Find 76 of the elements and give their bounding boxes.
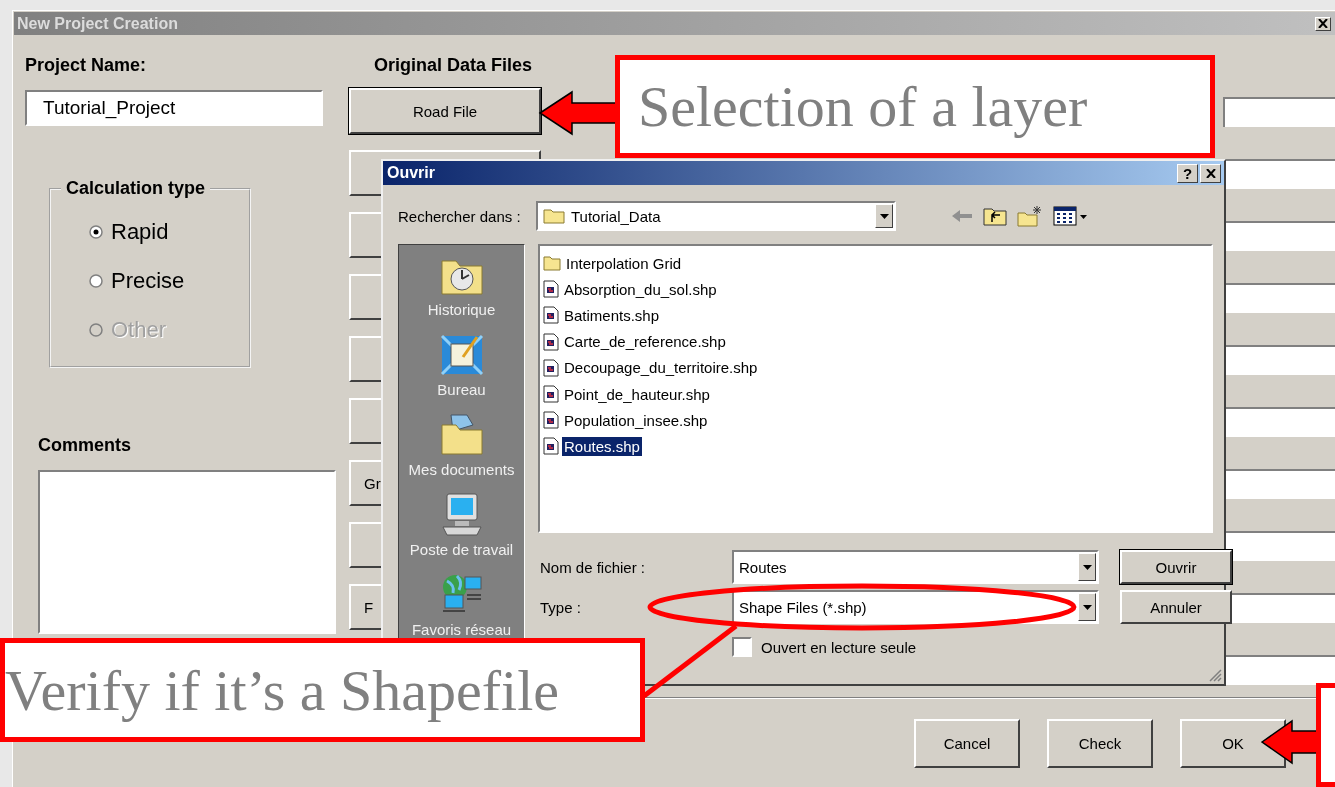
section-title: Original Data Files xyxy=(374,55,534,75)
file-name[interactable]: Carte_de_reference.shp xyxy=(562,332,728,352)
project-name-field[interactable]: Tutorial_Project xyxy=(25,90,323,126)
ok-button[interactable]: OK xyxy=(1180,719,1286,768)
checkbox[interactable] xyxy=(732,637,752,657)
file-name[interactable]: Absorption_du_sol.shp xyxy=(562,279,719,299)
path-field[interactable] xyxy=(1223,159,1335,189)
file-icon xyxy=(543,437,559,456)
comments-field[interactable] xyxy=(38,470,336,634)
place-label[interactable]: Historique xyxy=(427,301,496,318)
callout-text: Selection of a layer xyxy=(638,73,1088,140)
place-label[interactable]: Favoris réseau xyxy=(411,621,512,638)
file-name[interactable]: Batiments.shp xyxy=(562,305,662,325)
radio-label: Precise xyxy=(111,267,185,294)
folder-up-icon[interactable] xyxy=(983,206,1007,226)
file-icon xyxy=(543,332,559,351)
close-button[interactable] xyxy=(1200,163,1221,183)
path-field[interactable] xyxy=(1223,345,1335,375)
group-title: Calculation type xyxy=(65,178,207,199)
path-field[interactable] xyxy=(1223,531,1335,561)
path-field[interactable] xyxy=(1223,655,1335,685)
file-name[interactable]: Population_insee.shp xyxy=(562,410,710,430)
close-button[interactable] xyxy=(1315,16,1331,31)
dropdown-button[interactable] xyxy=(1078,553,1096,581)
file-icon xyxy=(543,385,559,404)
file-name[interactable]: Point_de_hauteur.shp xyxy=(562,384,712,404)
dropdown-button[interactable] xyxy=(1078,593,1096,621)
folder-icon xyxy=(543,255,561,272)
resize-grip-icon[interactable] xyxy=(1209,669,1222,682)
path-field[interactable] xyxy=(1223,469,1335,499)
cancel-button[interactable]: Cancel xyxy=(914,719,1020,768)
file-icon xyxy=(543,358,559,377)
caret-icon xyxy=(879,213,889,219)
path-field[interactable] xyxy=(1223,221,1335,251)
look-in-dropdown[interactable]: Tutorial_Data xyxy=(536,201,896,231)
cancel-button[interactable]: Annuler xyxy=(1120,590,1232,624)
path-field[interactable] xyxy=(1223,407,1335,437)
file-icon xyxy=(543,280,559,299)
close-icon xyxy=(1205,168,1216,178)
caret-icon xyxy=(1082,604,1092,610)
file-name[interactable]: Decoupage_du_territoire.shp xyxy=(562,358,760,378)
close-icon xyxy=(1318,19,1328,28)
window-title: New Project Creation xyxy=(17,14,178,33)
field-label: Type : xyxy=(540,598,582,616)
view-menu-icon[interactable] xyxy=(1053,206,1089,226)
file-type-dropdown[interactable]: Shape Files (*.shp) xyxy=(732,590,1099,624)
dropdown-button[interactable] xyxy=(875,204,893,228)
path-field[interactable] xyxy=(1223,97,1335,127)
file-name[interactable]: Interpolation Grid xyxy=(564,253,684,273)
caret-icon xyxy=(1082,564,1092,570)
field-label: Nom de fichier : xyxy=(540,558,647,576)
open-button[interactable]: Ouvrir xyxy=(1120,550,1232,584)
folder-icon xyxy=(543,208,565,224)
field-label: Project Name: xyxy=(25,55,147,75)
file-name[interactable]: Routes.shp xyxy=(562,436,642,456)
field-label: Rechercher dans : xyxy=(398,207,522,225)
file-button[interactable]: Road File xyxy=(349,88,541,134)
file-icon xyxy=(543,306,559,325)
back-arrow-icon[interactable] xyxy=(951,208,973,224)
checkbox-label: Ouvert en lecture seule xyxy=(761,638,917,656)
dialog-title: Ouvrir xyxy=(387,164,435,182)
radio-button[interactable] xyxy=(89,273,103,288)
check-button[interactable]: Check xyxy=(1047,719,1153,768)
place-label[interactable]: Poste de travail xyxy=(409,541,514,558)
file-icon xyxy=(543,411,559,430)
callout-arrow xyxy=(1260,719,1319,765)
new-folder-icon[interactable] xyxy=(1017,205,1043,227)
place-label[interactable]: Mes documents xyxy=(408,461,515,478)
path-field[interactable] xyxy=(1223,283,1335,313)
help-button[interactable]: ? xyxy=(1177,163,1198,183)
radio-label: Rapid xyxy=(111,218,169,245)
file-name-dropdown[interactable]: Routes xyxy=(732,550,1099,584)
callout-text: Verify if it’s a Shapefile xyxy=(5,656,560,724)
field-label: Comments xyxy=(38,435,131,455)
radio-button[interactable] xyxy=(89,224,103,239)
documents-folder-icon xyxy=(438,411,485,457)
